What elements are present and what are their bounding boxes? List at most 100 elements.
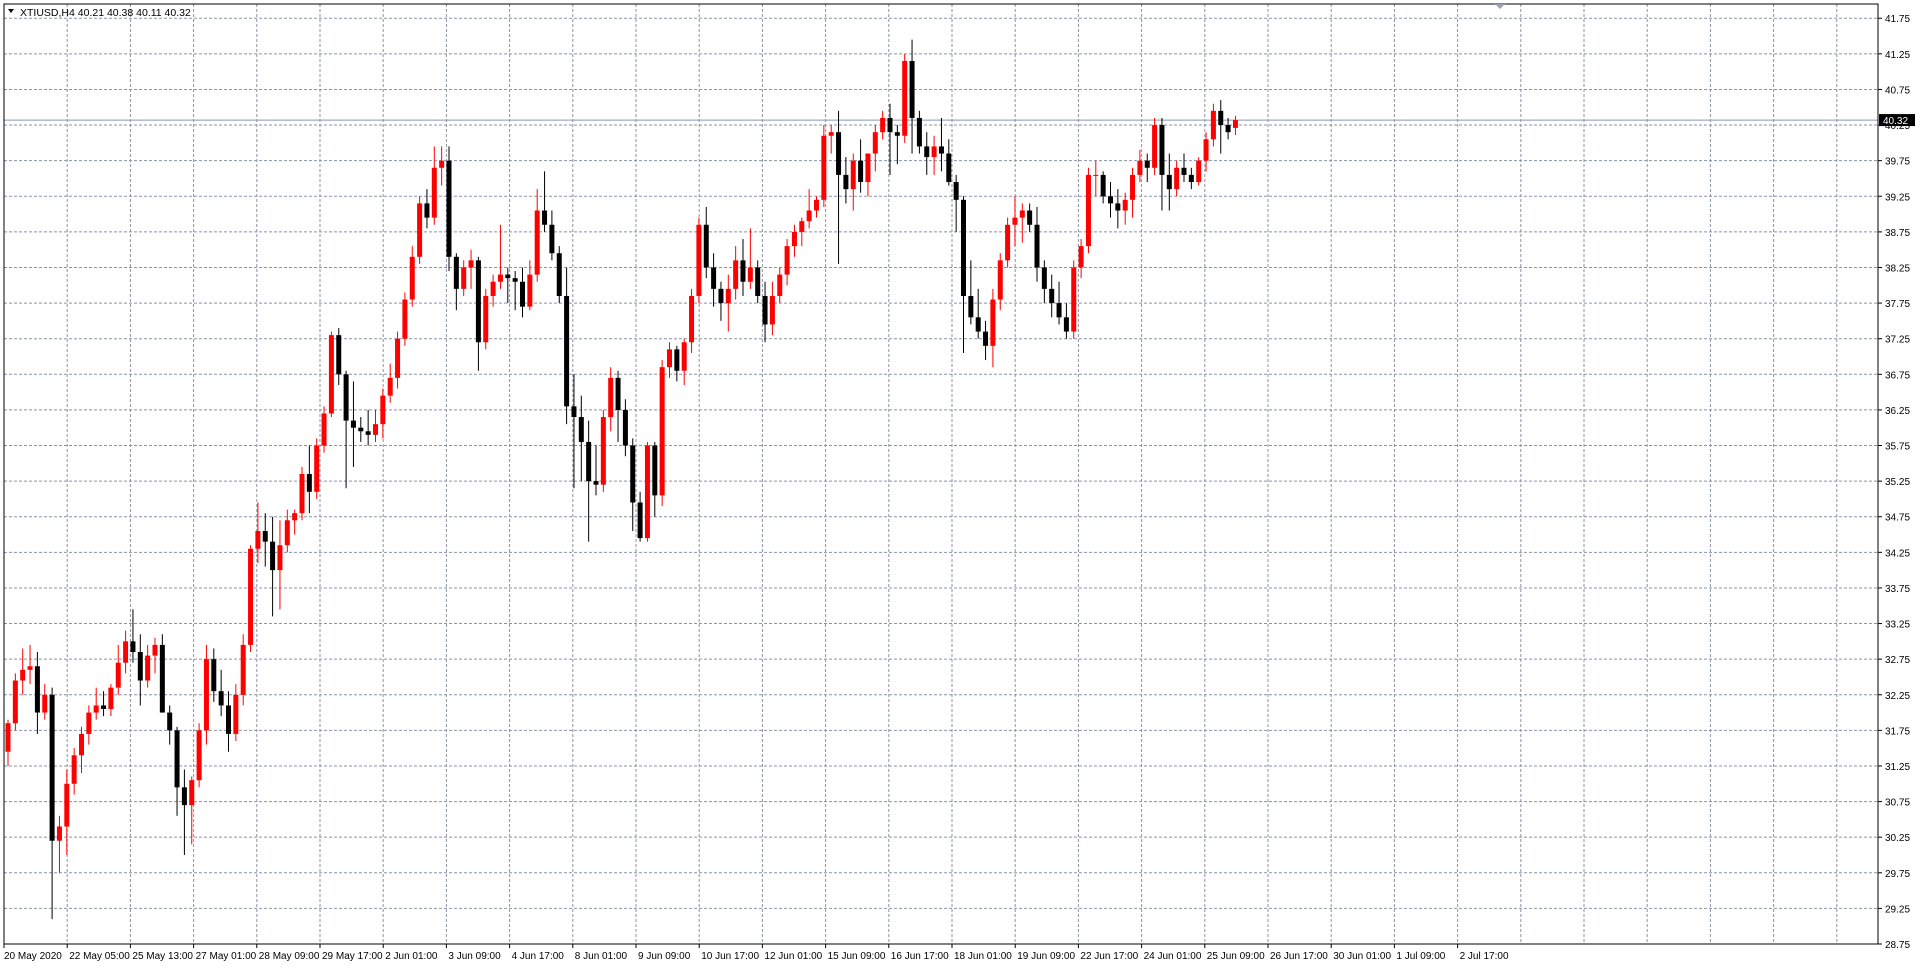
price-tick-label: 29.75 [1885, 869, 1910, 880]
candle-body [475, 260, 481, 343]
candle-body [380, 395, 386, 425]
candle-body [1115, 203, 1121, 211]
price-chart[interactable]: 41.75 41.25 40.75 40.25 39.75 39.25 38.75 38.25… [0, 0, 1920, 968]
candle-body [137, 652, 143, 681]
candle-body [270, 541, 276, 571]
candle-body [181, 787, 187, 806]
candle-body [828, 132, 834, 136]
candle-body [343, 374, 349, 421]
candle-body [358, 427, 364, 432]
candle-body [755, 267, 761, 296]
price-tick-label: 35.25 [1885, 477, 1910, 488]
candle-body [637, 502, 643, 539]
candle-body [564, 295, 570, 407]
time-tick-label: 3 Jun 09:00 [448, 951, 501, 962]
candle-body [784, 246, 790, 275]
candle-body [409, 256, 415, 300]
candle-body [1071, 267, 1077, 332]
candle-body [233, 694, 239, 734]
time-tick-label: 27 May 01:00 [196, 951, 257, 962]
price-tick-label: 29.25 [1885, 904, 1910, 915]
candle-body [1005, 224, 1011, 261]
candle-body [659, 367, 665, 496]
candle-body [887, 117, 893, 133]
candle-body [152, 644, 158, 656]
candle-body [836, 132, 842, 175]
candle-body [1063, 317, 1069, 332]
candle-body [71, 755, 77, 784]
candle-body [850, 160, 856, 190]
candle-body [56, 826, 62, 841]
candle-body [196, 730, 202, 781]
candle-body [226, 705, 231, 734]
candle-body [417, 203, 423, 257]
candle-body [1100, 174, 1106, 197]
candle-body [953, 182, 959, 200]
candle-body [211, 659, 217, 692]
candle-body [167, 712, 173, 731]
price-tick-label: 30.75 [1885, 798, 1910, 809]
chart-header: XTIUSD,H4 40.21 40.38 40.11 40.32 [8, 7, 191, 19]
candle-body [586, 441, 592, 482]
candle-body [622, 409, 628, 446]
candle-body [689, 295, 695, 343]
price-tick-label: 37.25 [1885, 335, 1910, 346]
candlestick-chart-svg[interactable]: 41.7541.2540.7540.2539.7539.2538.7538.25… [0, 0, 1920, 968]
candle-body [218, 691, 224, 706]
time-tick-label: 2 Jul 17:00 [1460, 951, 1509, 962]
price-tick-label: 30.25 [1885, 833, 1910, 844]
candle-body [387, 377, 393, 396]
candle-body [843, 174, 849, 190]
price-tick-label: 32.75 [1885, 655, 1910, 666]
candle-body [240, 644, 246, 695]
candle-body [1232, 120, 1238, 128]
candle-body [328, 335, 334, 414]
candle-body [556, 253, 562, 296]
candle-body [483, 295, 489, 343]
candle-body [909, 60, 915, 118]
candle-body [1056, 303, 1062, 318]
price-tick-label: 31.25 [1885, 762, 1910, 773]
price-tick-label: 32.25 [1885, 691, 1910, 702]
candle-body [1130, 174, 1136, 200]
candle-body [534, 210, 540, 275]
time-tick-label: 20 May 2020 [4, 951, 62, 962]
candle-body [938, 146, 944, 154]
price-tick-label: 33.25 [1885, 620, 1910, 631]
candle-body [615, 377, 621, 410]
candle-body [872, 132, 878, 154]
candle-body [600, 417, 606, 485]
candle-body [799, 221, 805, 232]
price-tick-label: 34.75 [1885, 513, 1910, 524]
price-tick-label: 31.75 [1885, 726, 1910, 737]
candle-body [733, 260, 739, 289]
candle-body [262, 530, 268, 542]
candle-body [336, 335, 342, 375]
candle-body [1210, 110, 1216, 140]
candle-body [255, 530, 261, 549]
candle-body [1093, 174, 1099, 176]
candle-body [49, 694, 55, 841]
candle-body [711, 267, 717, 289]
candle-body [497, 274, 503, 282]
time-tick-label: 22 May 05:00 [69, 951, 130, 962]
candle-body [1196, 160, 1202, 183]
price-tick-label: 39.75 [1885, 157, 1910, 168]
candle-body [108, 687, 114, 709]
candle-body [703, 224, 709, 268]
time-tick-label: 26 Jun 17:00 [1270, 951, 1328, 962]
price-tick-label: 39.25 [1885, 192, 1910, 203]
candle-body [578, 417, 584, 442]
candle-body [373, 424, 378, 435]
time-tick-label: 28 May 09:00 [259, 951, 320, 962]
candle-body [946, 153, 952, 183]
candle-body [5, 723, 11, 752]
candle-body [34, 666, 40, 713]
candle-body [64, 783, 70, 827]
candle-body [86, 712, 92, 734]
candle-body [652, 445, 658, 496]
candle-body [453, 256, 459, 289]
candle-body [42, 694, 48, 713]
candle-body [1049, 288, 1055, 304]
candle-body [306, 474, 312, 492]
